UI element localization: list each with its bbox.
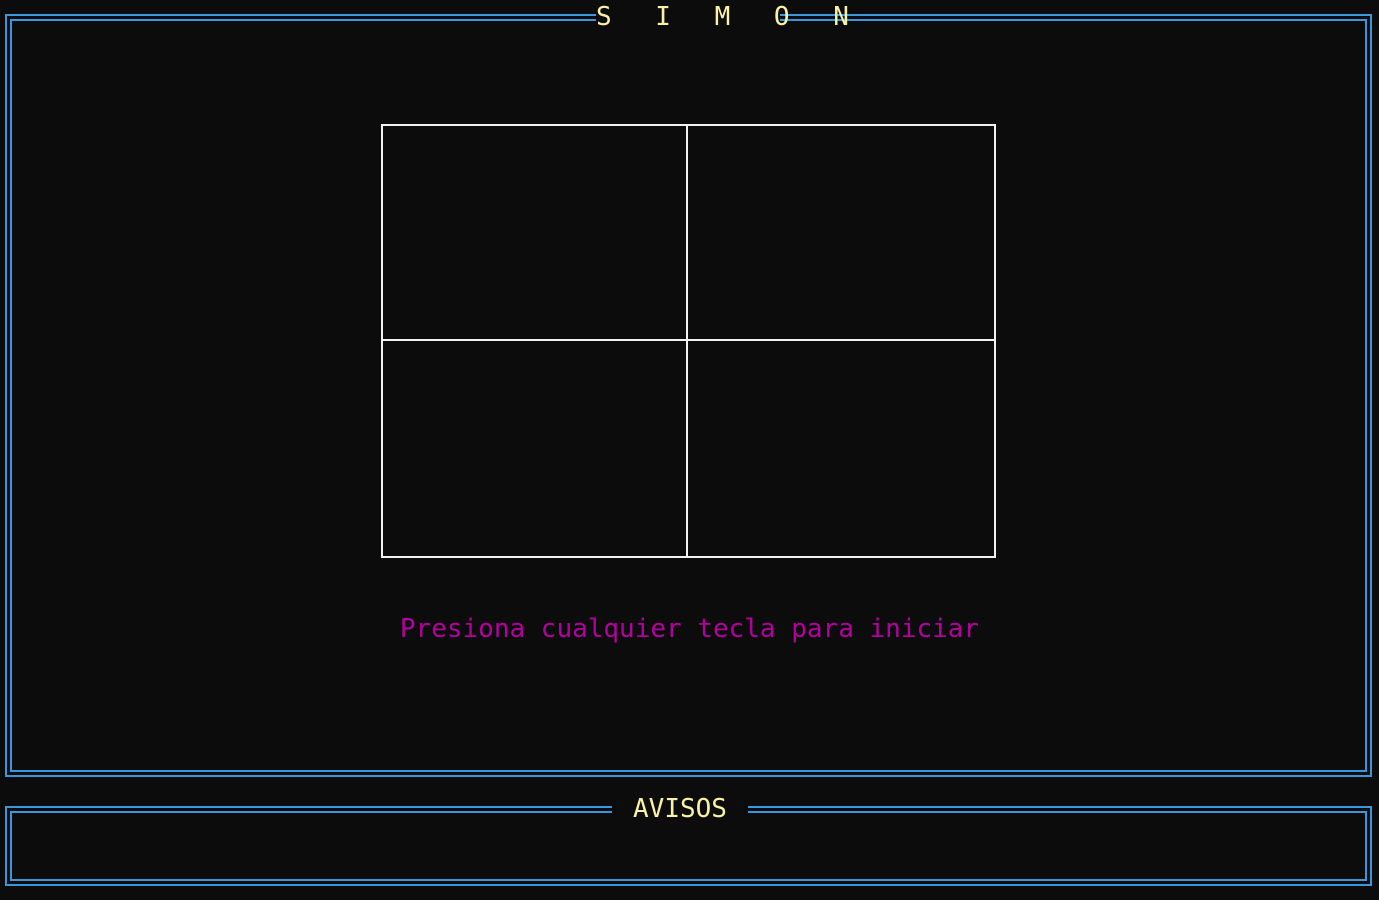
notices-title: AVISOS [612, 794, 748, 824]
pad-top-right[interactable] [688, 126, 994, 341]
pad-top-left[interactable] [383, 126, 688, 341]
simon-board [381, 124, 996, 558]
pad-bottom-left[interactable] [383, 341, 688, 556]
pad-bottom-right[interactable] [688, 341, 994, 556]
start-prompt: Presiona cualquier tecla para iniciar [399, 614, 980, 644]
game-title: S I M O N [596, 2, 863, 32]
